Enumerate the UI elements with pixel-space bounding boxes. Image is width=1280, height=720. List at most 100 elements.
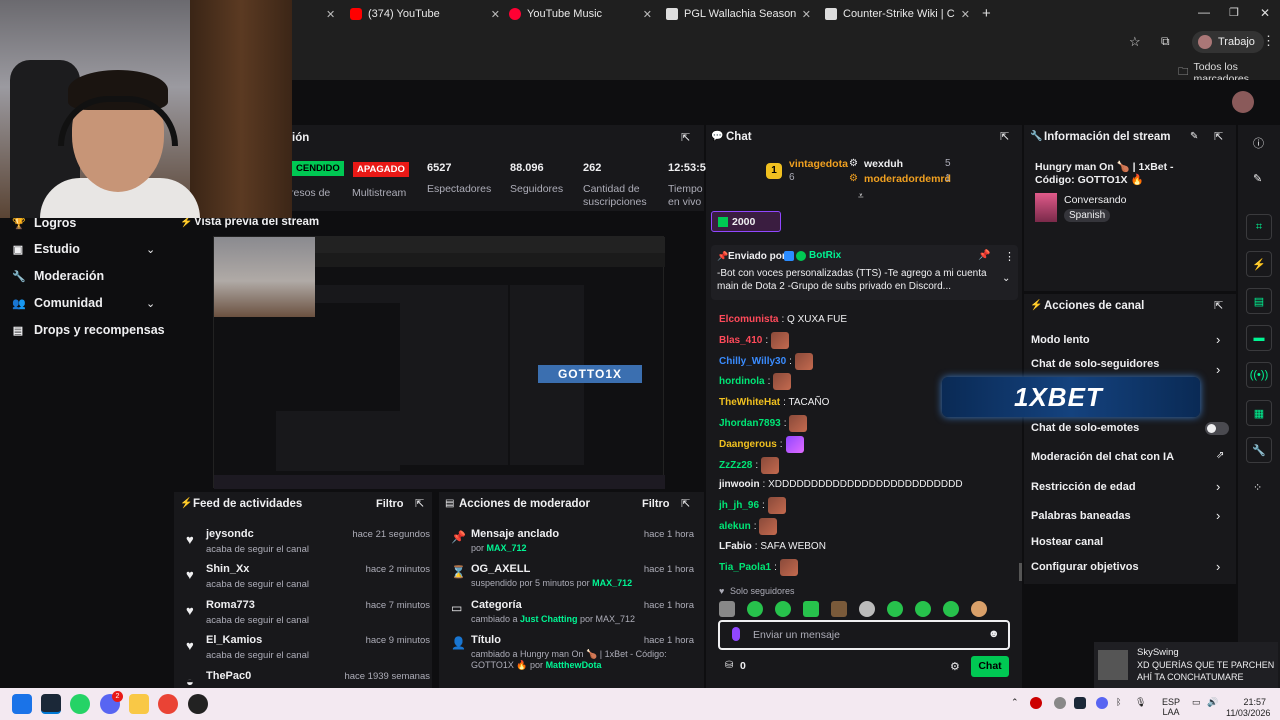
file-explorer-icon[interactable] (129, 694, 149, 714)
action-slow-mode[interactable]: Modo lento (1031, 334, 1090, 346)
discord-tray-icon[interactable] (1096, 697, 1108, 709)
mod-action-name[interactable]: OG_AXELL (471, 563, 530, 575)
popout-icon[interactable]: ⇱ (1000, 130, 1009, 143)
close-icon[interactable]: ✕ (643, 8, 652, 21)
language-tag[interactable]: Spanish (1064, 209, 1111, 222)
chevron-up-icon[interactable]: ⌃ (1011, 697, 1019, 708)
emote-icon[interactable] (747, 601, 763, 617)
feed-filter-button[interactable]: Filtro (376, 498, 404, 510)
external-link-icon[interactable]: ⇗ (1216, 450, 1224, 461)
chat-user[interactable]: LFabio (719, 541, 752, 552)
sidebar-item-drops[interactable]: ▤ Drops y recompensas (12, 323, 165, 337)
chat-user[interactable]: Jhordan7893 (719, 418, 781, 429)
emote-icon[interactable] (831, 601, 847, 617)
menu-kebab-icon[interactable]: ⋮ (1004, 250, 1015, 263)
action-ai-moderation[interactable]: Moderación del chat con IA (1031, 451, 1174, 463)
feed-user-name[interactable]: jeysondc (206, 528, 254, 540)
new-tab-icon[interactable]: + (982, 5, 991, 22)
popout-icon[interactable]: ⇱ (415, 497, 424, 510)
bluetooth-icon[interactable]: ᛒ (1116, 697, 1121, 707)
stream-category[interactable]: Conversando (1064, 194, 1126, 206)
chrome-icon[interactable] (158, 694, 178, 714)
action-banned-words[interactable]: Palabras baneadas (1031, 510, 1131, 522)
steam-icon[interactable] (41, 694, 61, 714)
chat-user[interactable]: Daangerous (719, 439, 777, 450)
add-action-icon[interactable]: ⁘ (1253, 481, 1262, 494)
popout-icon[interactable]: ⇱ (681, 497, 690, 510)
gear-icon[interactable]: ⚙ (950, 660, 960, 673)
chat-input[interactable]: Enviar un mensaje ☻ (718, 620, 1010, 650)
network-icon[interactable]: ▭ (1192, 697, 1201, 708)
category-box-art[interactable] (1035, 193, 1057, 222)
user-avatar[interactable] (1232, 91, 1254, 113)
chevron-right-icon[interactable]: › (1216, 362, 1220, 377)
action-emote-only[interactable]: Chat de solo-emotes (1031, 422, 1139, 434)
leaderboard-user[interactable]: vintagedota (789, 158, 848, 170)
channel-points-icon[interactable]: ⛁ (725, 660, 733, 671)
chat-user[interactable]: Tia_Paola1 (719, 562, 771, 573)
sidebar-item-moderacion[interactable]: 🔧 Moderación (12, 269, 104, 283)
emote-icon[interactable] (859, 601, 875, 617)
broadcast-icon[interactable]: ((•)) (1246, 362, 1272, 388)
send-chat-button[interactable]: Chat (971, 656, 1009, 677)
obs-icon[interactable] (188, 694, 208, 714)
tray-app-icon[interactable] (1054, 697, 1066, 709)
window-close-icon[interactable]: ✕ (1260, 6, 1270, 20)
chat-user[interactable]: alekun (719, 521, 751, 532)
chevron-right-icon[interactable]: › (1216, 508, 1220, 523)
chat-user[interactable]: hordinola (719, 376, 765, 387)
leaderboard-user[interactable]: wexduh (864, 158, 903, 170)
pinned-author[interactable]: BotRix (809, 250, 841, 261)
mic-icon[interactable] (732, 627, 740, 641)
feed-user-name[interactable]: Shin_Xx (206, 563, 249, 575)
tab-youtube[interactable]: (374) YouTube ✕ (350, 4, 500, 24)
profile-button[interactable]: Trabajo (1192, 31, 1264, 53)
tab-close-icon[interactable]: ✕ (326, 8, 335, 21)
clock[interactable]: 21:57 11/03/2026 (1226, 697, 1270, 719)
unpin-icon[interactable]: 📌 (978, 250, 990, 261)
sidebar-item-comunidad[interactable]: 👥 Comunidad (12, 296, 103, 310)
chevron-down-icon[interactable]: ⌄ (1002, 273, 1010, 284)
chevron-right-icon[interactable]: › (1216, 332, 1220, 347)
raid-icon[interactable]: ▤ (1246, 288, 1272, 314)
close-icon[interactable]: ✕ (802, 8, 811, 21)
steam-tray-icon[interactable] (1074, 697, 1086, 709)
marker-icon[interactable]: ▦ (1246, 400, 1272, 426)
sidebar-item-logros[interactable]: 🏆 Logros (12, 216, 76, 230)
bits-badge[interactable]: 2000 (711, 211, 781, 232)
emote-only-toggle[interactable] (1205, 422, 1229, 435)
chevron-right-icon[interactable]: › (1216, 479, 1220, 494)
popout-icon[interactable]: ⇱ (681, 131, 690, 144)
chat-user[interactable]: Elcomunista (719, 314, 778, 325)
feed-user-name[interactable]: Roma773 (206, 599, 255, 611)
chat-user[interactable]: jinwooin (719, 479, 760, 490)
popout-icon[interactable]: ⇱ (1214, 130, 1223, 143)
bolt-icon[interactable]: ⚡ (1246, 251, 1272, 277)
action-host-channel[interactable]: Hostear canal (1031, 536, 1103, 548)
chevron-down-icon[interactable]: ⌄ (146, 243, 155, 256)
chat-icon[interactable]: ▬ (1246, 325, 1272, 351)
close-icon[interactable]: ✕ (961, 8, 970, 21)
tray-app-icon[interactable] (1030, 697, 1042, 709)
windows-start-icon[interactable] (12, 694, 32, 714)
language-indicator[interactable]: ESP LAA (1162, 697, 1180, 717)
expand-icon[interactable]: ⩡ (858, 191, 864, 202)
wrench-icon[interactable]: 🔧 (1246, 437, 1272, 463)
emote-icon[interactable] (943, 601, 959, 617)
tab-liquipedia-cs[interactable]: Counter-Strike Wiki | CS2 | Liqu ✕ (825, 4, 970, 24)
clip-icon[interactable]: ⌗ (1246, 214, 1272, 240)
tab-youtube-music[interactable]: YouTube Music ✕ (509, 4, 652, 24)
chat-user[interactable]: Blas_410 (719, 335, 762, 346)
emote-icon[interactable] (887, 601, 903, 617)
edit-pencil-icon[interactable]: ✎ (1190, 131, 1198, 142)
whatsapp-icon[interactable] (70, 694, 90, 714)
chat-scrollbar[interactable] (1019, 563, 1022, 581)
emote-icon[interactable] (775, 601, 791, 617)
microphone-icon[interactable]: 🎙 (1135, 697, 1146, 708)
mod-filter-button[interactable]: Filtro (642, 498, 670, 510)
volume-icon[interactable]: 🔊 (1207, 697, 1218, 708)
action-configure-goals[interactable]: Configurar objetivos (1031, 561, 1139, 573)
preview-video[interactable]: GOTTO1X (213, 236, 665, 489)
emoji-icon[interactable]: ☻ (988, 628, 1000, 640)
action-followers-only[interactable]: Chat de solo-seguidores (1031, 358, 1159, 370)
